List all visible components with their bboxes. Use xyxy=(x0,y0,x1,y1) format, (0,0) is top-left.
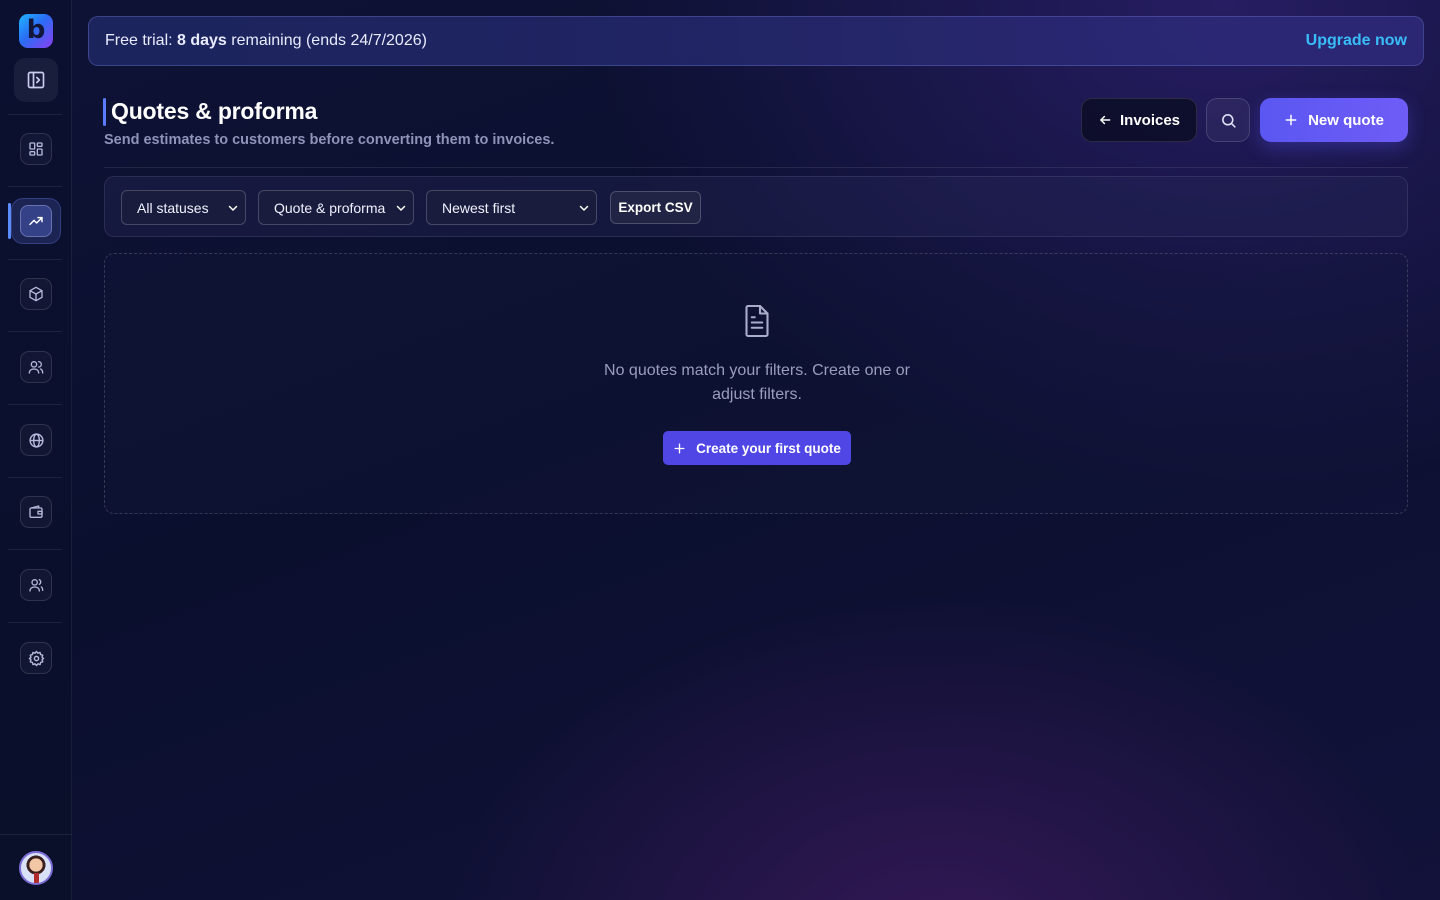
sidebar-item-website[interactable] xyxy=(20,424,52,456)
empty-state: No quotes match your filters. Create one… xyxy=(104,253,1408,514)
sidebar-divider xyxy=(8,186,62,187)
title-accent-bar xyxy=(103,98,106,126)
globe-icon xyxy=(28,432,44,448)
sidebar-divider xyxy=(8,404,62,405)
chevron-down-icon xyxy=(228,205,238,211)
type-filter-select[interactable]: Quote & proforma xyxy=(258,190,414,225)
chevron-down-icon xyxy=(579,205,589,211)
sidebar-item-settings[interactable] xyxy=(20,642,52,674)
app-logo[interactable]: b xyxy=(19,14,53,48)
trial-prefix: Free trial: xyxy=(105,32,178,49)
sidebar-item-products[interactable] xyxy=(20,278,52,310)
sidebar-divider xyxy=(8,477,62,478)
sort-select[interactable]: Newest first xyxy=(426,190,597,225)
sidebar-divider xyxy=(8,622,62,623)
invoices-button-label: Invoices xyxy=(1119,111,1181,129)
upgrade-now-link[interactable]: Upgrade now xyxy=(1306,32,1407,50)
gear-icon xyxy=(28,650,44,666)
sidebar-item-team[interactable] xyxy=(20,569,52,601)
new-quote-button[interactable]: New quote xyxy=(1260,98,1408,142)
export-csv-button[interactable]: Export CSV xyxy=(610,191,701,224)
page-subtitle: Send estimates to customers before conve… xyxy=(104,132,555,148)
header-divider xyxy=(104,167,1408,168)
trial-suffix: remaining (ends 24/7/2026) xyxy=(226,32,427,49)
sidebar-toggle-icon xyxy=(27,71,45,89)
search-button[interactable] xyxy=(1206,98,1250,142)
sidebar-toggle-button[interactable] xyxy=(14,58,58,102)
sort-value: Newest first xyxy=(442,199,516,216)
trial-days: 8 days xyxy=(177,32,227,49)
trial-banner: Free trial: 8 days remaining (ends 24/7/… xyxy=(88,16,1424,66)
sidebar-divider xyxy=(8,331,62,332)
avatar[interactable] xyxy=(19,851,53,885)
status-filter-select[interactable]: All statuses xyxy=(121,190,246,225)
chevron-down-icon xyxy=(396,205,406,211)
sidebar-divider xyxy=(0,834,72,835)
wallet-icon xyxy=(29,505,43,518)
sidebar-item-dashboard[interactable] xyxy=(20,133,52,165)
search-icon xyxy=(1221,113,1236,128)
arrow-left-icon xyxy=(1100,115,1111,125)
empty-state-message: No quotes match your filters. Create one… xyxy=(604,362,910,403)
sidebar-item-wallet[interactable] xyxy=(20,496,52,528)
users-icon xyxy=(28,361,44,374)
logo-letter: b xyxy=(26,14,46,45)
trending-up-icon xyxy=(29,216,43,226)
page-title: Quotes & proforma xyxy=(111,98,318,124)
sidebar-divider xyxy=(8,259,62,260)
plus-icon xyxy=(674,442,685,454)
create-first-quote-label: Create your first quote xyxy=(696,440,841,456)
sidebar-divider xyxy=(8,114,62,115)
sidebar-item-sales-inner xyxy=(20,205,52,237)
sidebar-item-sales[interactable] xyxy=(11,198,61,244)
plus-icon xyxy=(1285,114,1297,126)
sidebar-divider xyxy=(8,549,62,550)
sidebar: b xyxy=(0,0,72,900)
new-quote-button-label: New quote xyxy=(1308,111,1384,129)
avatar-tie xyxy=(34,873,39,883)
team-icon xyxy=(29,579,44,592)
invoices-button[interactable]: Invoices xyxy=(1081,98,1197,142)
type-filter-value: Quote & proforma xyxy=(274,199,386,216)
status-filter-value: All statuses xyxy=(137,199,209,216)
trial-text: Free trial: 8 days remaining (ends 24/7/… xyxy=(105,32,427,50)
filter-bar: All statuses Quote & proforma Newest fir… xyxy=(104,176,1408,237)
create-first-quote-button[interactable]: Create your first quote xyxy=(663,431,851,465)
document-icon xyxy=(745,304,769,338)
box-icon xyxy=(29,286,43,302)
grid-icon xyxy=(29,142,43,156)
sidebar-item-customers[interactable] xyxy=(20,351,52,383)
